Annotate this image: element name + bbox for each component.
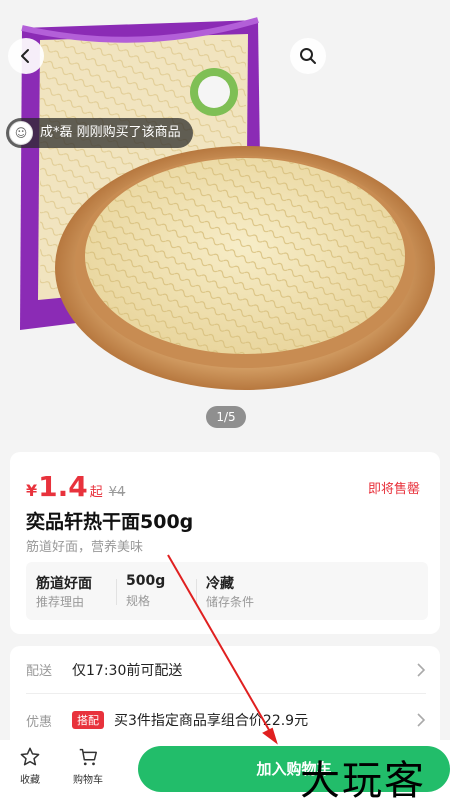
favorite-label: 收藏: [20, 775, 40, 786]
stock-status: 即将售罄: [367, 482, 420, 497]
recent-purchase-toast: ☺ 成*磊 刚刚购买了该商品: [6, 118, 193, 148]
promo-tag: 搭配: [72, 711, 104, 729]
delivery-text: 仅17:30前可配送: [72, 662, 183, 679]
back-button[interactable]: [8, 38, 44, 74]
attribute-value: 冷藏: [206, 576, 234, 592]
attribute-panel: 筋道好面 推荐理由 500g 规格 冷藏 储存条件: [26, 562, 428, 620]
attribute-spec: 500g 规格: [116, 573, 196, 609]
product-image-carousel[interactable]: ☺ 成*磊 刚刚购买了该商品 1/5: [0, 0, 450, 440]
currency-symbol: ¥: [26, 481, 38, 500]
chevron-right-icon: [417, 663, 426, 677]
image-pager-indicator: 1/5: [206, 406, 246, 428]
chevron-right-icon: [417, 713, 426, 727]
star-icon: [20, 747, 40, 766]
attribute-label: 储存条件: [206, 595, 255, 609]
favorite-button[interactable]: 收藏: [10, 746, 50, 786]
product-subtitle: 筋道好面，营养美味: [26, 540, 144, 555]
cart-icon: [79, 748, 97, 766]
attribute-reason: 筋道好面 推荐理由: [26, 573, 116, 609]
search-icon: [300, 48, 316, 64]
attribute-value: 500g: [126, 573, 166, 589]
promo-label: 优惠: [26, 714, 53, 730]
product-info-card: ¥ 1.4 起 ¥4 即将售罄 奕品轩热干面500g 筋道好面，营养美味 筋道好…: [10, 452, 440, 634]
price-row: ¥ 1.4 起 ¥4: [26, 470, 125, 503]
attribute-storage: 冷藏 储存条件: [196, 573, 296, 609]
price: 1.4: [38, 470, 88, 503]
promo-text: 买3件指定商品享组合价22.9元: [114, 713, 309, 729]
price-suffix: 起: [89, 485, 103, 500]
original-price: ¥4: [108, 485, 126, 500]
watermark-text: 大玩客: [300, 758, 426, 800]
cart-button[interactable]: 购物车: [68, 746, 108, 786]
delivery-label: 配送: [26, 664, 53, 679]
promo-row[interactable]: 优惠 搭配 买3件指定商品享组合价22.9元: [26, 696, 426, 744]
cart-label: 购物车: [73, 775, 103, 786]
attribute-label: 规格: [126, 594, 151, 608]
avatar: ☺: [9, 121, 33, 145]
arrow-left-icon: [21, 49, 29, 63]
toast-text: 成*磊 刚刚购买了该商品: [40, 125, 181, 140]
attribute-label: 推荐理由: [36, 595, 85, 609]
delivery-row[interactable]: 配送 仅17:30前可配送: [26, 646, 426, 694]
product-photo: [0, 0, 450, 440]
search-button[interactable]: [290, 38, 326, 74]
product-title: 奕品轩热干面500g: [26, 511, 194, 533]
attribute-value: 筋道好面: [36, 576, 92, 592]
